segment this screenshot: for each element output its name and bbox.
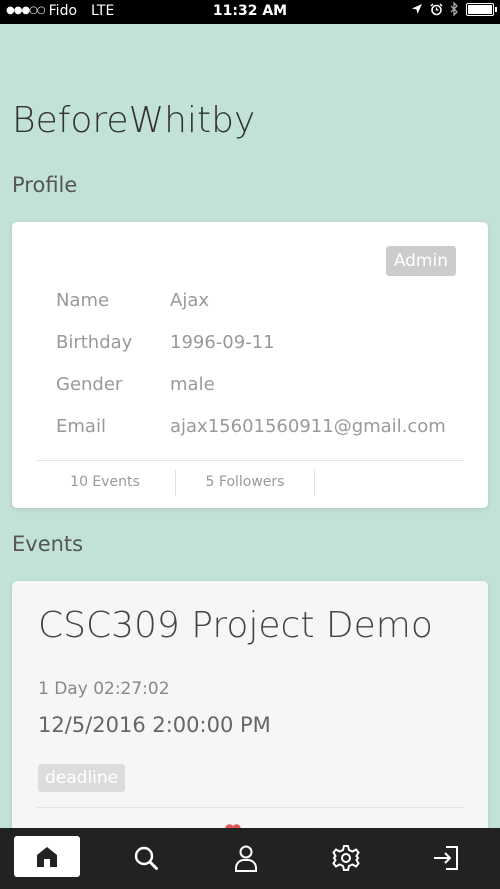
alarm-icon	[430, 2, 443, 15]
home-icon	[37, 846, 57, 867]
bottom-tab-bar	[0, 828, 500, 889]
tab-logout[interactable]	[414, 838, 478, 878]
field-label: Gender	[56, 374, 123, 395]
profile-section-title: Profile	[12, 173, 78, 197]
field-label: Name	[56, 290, 110, 311]
followers-count-link[interactable]: 5 Followers	[176, 474, 314, 490]
location-arrow-icon	[412, 4, 422, 14]
field-label: Email	[56, 416, 106, 437]
event-tag[interactable]: deadline	[38, 764, 126, 792]
logout-icon	[434, 846, 458, 870]
field-value: 1996-09-11	[170, 332, 275, 353]
gear-icon	[332, 845, 360, 871]
status-right	[411, 2, 497, 16]
field-value: Ajax	[170, 290, 209, 311]
field-label: Birthday	[56, 332, 133, 353]
status-bar: ●●●○○ Fido LTE 11:32 AM	[0, 0, 500, 24]
field-value: male	[170, 374, 215, 395]
search-icon	[134, 846, 158, 870]
tab-search[interactable]	[114, 838, 178, 878]
event-title: CSC309 Project Demo	[38, 605, 433, 646]
event-countdown: 1 Day 02:27:02	[38, 679, 170, 699]
event-datetime: 12/5/2016 2:00:00 PM	[38, 713, 271, 737]
profile-divider	[36, 460, 464, 461]
event-divider	[36, 807, 464, 808]
events-count-link[interactable]: 10 Events	[36, 474, 174, 490]
events-section-title: Events	[12, 532, 84, 556]
stat-separator	[314, 470, 315, 496]
tab-profile[interactable]	[214, 838, 278, 878]
profile-card: Admin Name Ajax Birthday 1996-09-11 Gend…	[12, 222, 488, 508]
field-value: ajax15601560911@gmail.com	[170, 416, 446, 437]
bluetooth-icon	[450, 2, 458, 16]
battery-icon	[466, 2, 497, 16]
tab-settings[interactable]	[314, 838, 378, 878]
app-title: BeforeWhitby	[12, 100, 256, 141]
admin-badge[interactable]: Admin	[385, 246, 456, 276]
tab-home[interactable]	[14, 836, 80, 877]
user-icon	[235, 845, 257, 872]
